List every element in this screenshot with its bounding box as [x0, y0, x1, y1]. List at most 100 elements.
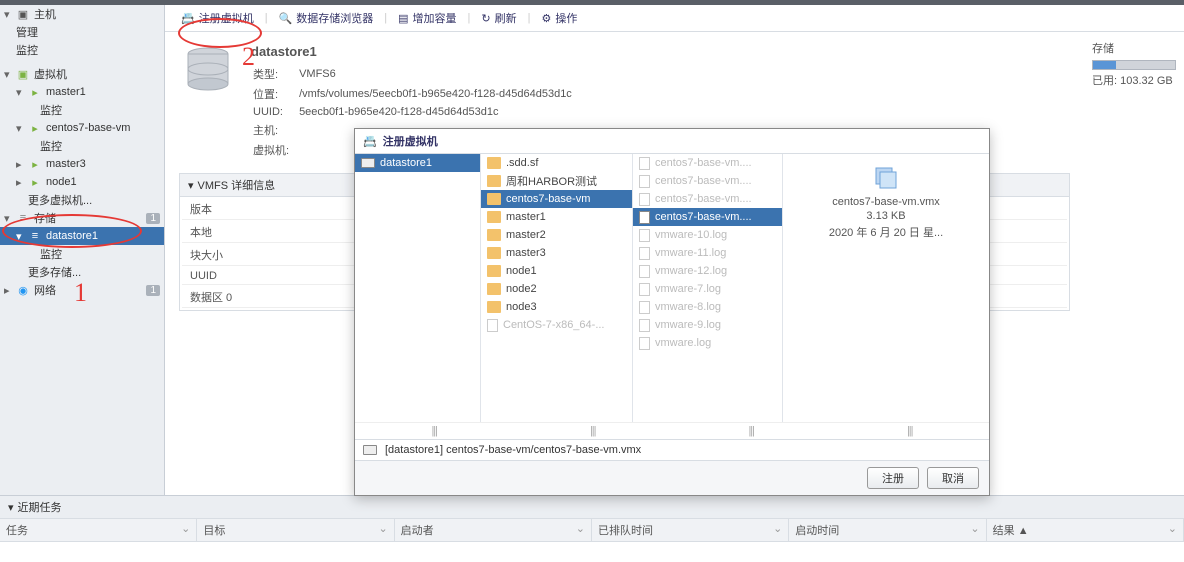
vm-group-label: 虚拟机	[34, 66, 67, 82]
file-icon	[639, 211, 650, 224]
task-col-target[interactable]: 目标⌄	[197, 519, 394, 541]
file-icon	[487, 319, 498, 332]
task-col-result[interactable]: 结果 ▲⌄	[987, 519, 1184, 541]
task-col-task[interactable]: 任务⌄	[0, 519, 197, 541]
dialog-title-bar: 📇 注册虚拟机	[355, 129, 989, 154]
sidebar-vm-group[interactable]: ▾▣虚拟机	[0, 65, 164, 83]
sidebar: ▾▣主机 管理 监控 ▾▣虚拟机 ▾▸master1 监控 ▾▸centos7-…	[0, 5, 165, 495]
file-icon	[639, 301, 650, 314]
ds-browser-button[interactable]: 🔍数据存储浏览器	[273, 8, 380, 28]
sidebar-vm-node1[interactable]: ▸▸node1	[0, 173, 164, 191]
register-vm-dialog: 📇注册虚拟机 datastore1 .sdd.sf周和HARBOR测试cento…	[354, 128, 990, 496]
watermark: https://blog.csdn.net/qq850482461	[992, 542, 1176, 556]
sidebar-datastore1[interactable]: ▾≡datastore1	[0, 227, 164, 245]
folder-icon	[487, 247, 501, 259]
dialog-folder-item[interactable]: centos7-base-vm	[481, 190, 632, 208]
dialog-folder-item[interactable]: 周和HARBOR测试	[481, 172, 632, 190]
task-col-initiator[interactable]: 启动者⌄	[395, 519, 592, 541]
storage-label: 存储	[34, 210, 56, 226]
register-vm-button[interactable]: 📇注册虚拟机	[175, 8, 260, 28]
actions-button[interactable]: ⚙操作	[535, 8, 583, 28]
dialog-folder-item[interactable]: master1	[481, 208, 632, 226]
folder-icon	[487, 211, 501, 223]
vm-icon: ▸	[28, 85, 42, 99]
sidebar-host[interactable]: ▾▣主机	[0, 5, 164, 23]
increase-icon: ▤	[398, 12, 408, 25]
sidebar-monitor[interactable]: 监控	[0, 41, 164, 59]
file-icon	[639, 247, 650, 260]
sidebar-vm-centos7[interactable]: ▾▸centos7-base-vm	[0, 119, 164, 137]
dialog-datastore-item[interactable]: datastore1	[355, 154, 480, 172]
monitor-label: 监控	[16, 42, 38, 58]
dialog-folder-item[interactable]: master3	[481, 244, 632, 262]
register-icon: 📇	[363, 135, 377, 148]
register-button[interactable]: 注册	[867, 467, 919, 489]
task-col-queued[interactable]: 已排队时间⌄	[592, 519, 789, 541]
datastore1-label: datastore1	[46, 230, 98, 242]
sidebar-more-vm[interactable]: 更多虚拟机...	[0, 191, 164, 209]
sidebar-storage[interactable]: ▾≡存储1	[0, 209, 164, 227]
dialog-folder-item[interactable]: .sdd.sf	[481, 154, 632, 172]
host-label: 主机	[34, 6, 56, 22]
dialog-folder-item[interactable]: CentOS-7-x86_64-...	[481, 316, 632, 334]
dialog-file-item[interactable]: vmware-12.log	[633, 262, 782, 280]
dialog-file-item[interactable]: centos7-base-vm....	[633, 172, 782, 190]
storage-used: 已用: 103.32 GB	[1092, 72, 1176, 88]
sidebar-vm-monitor1[interactable]: 监控	[0, 101, 164, 119]
dialog-preview: centos7-base-vm.vmx 3.13 KB 2020 年 6 月 2…	[783, 154, 989, 422]
dialog-file-item[interactable]: centos7-base-vm....	[633, 208, 782, 226]
tasks-title: 近期任务	[18, 502, 62, 514]
vm-group-icon: ▣	[16, 67, 30, 81]
file-icon	[639, 175, 650, 188]
sidebar-vm-monitor2[interactable]: 监控	[0, 137, 164, 155]
selected-path: [datastore1] centos7-base-vm/centos7-bas…	[385, 444, 641, 456]
dialog-folder-item[interactable]: node1	[481, 262, 632, 280]
sidebar-ds-monitor[interactable]: 监控	[0, 245, 164, 263]
datastore-cylinder-icon	[183, 44, 233, 94]
gear-icon: ⚙	[541, 12, 551, 25]
preview-date: 2020 年 6 月 20 日 星...	[829, 224, 943, 240]
vm-label: centos7-base-vm	[46, 122, 130, 134]
increase-button[interactable]: ▤增加容量	[392, 8, 462, 28]
storage-icon: ≡	[16, 211, 30, 225]
vm-label: master1	[46, 86, 86, 98]
dialog-file-item[interactable]: vmware-9.log	[633, 316, 782, 334]
register-icon: 📇	[181, 12, 195, 25]
sidebar-manage[interactable]: 管理	[0, 23, 164, 41]
dialog-title: 注册虚拟机	[383, 133, 438, 149]
dialog-file-item[interactable]: vmware-10.log	[633, 226, 782, 244]
dialog-file-item[interactable]: vmware.log	[633, 334, 782, 352]
dialog-folder-item[interactable]: node2	[481, 280, 632, 298]
network-badge: 1	[146, 285, 160, 296]
folder-icon	[487, 229, 501, 241]
folder-icon	[487, 175, 501, 187]
file-icon	[639, 229, 650, 242]
dialog-folder-item[interactable]: master2	[481, 226, 632, 244]
manage-label: 管理	[16, 24, 38, 40]
network-icon: ◉	[16, 283, 30, 297]
dialog-folder-item[interactable]: node3	[481, 298, 632, 316]
cancel-button[interactable]: 取消	[927, 467, 979, 489]
datastore-icon	[363, 445, 377, 455]
file-icon	[639, 283, 650, 296]
sidebar-network[interactable]: ▸◉网络1	[0, 281, 164, 299]
datastore-name: datastore1	[251, 44, 582, 59]
vm-label: node1	[46, 176, 77, 188]
dialog-path-bar: [datastore1] centos7-base-vm/centos7-bas…	[355, 439, 989, 460]
dialog-file-item[interactable]: vmware-7.log	[633, 280, 782, 298]
dialog-file-item[interactable]: centos7-base-vm....	[633, 154, 782, 172]
storage-badge: 1	[146, 213, 160, 224]
refresh-button[interactable]: ↻刷新	[475, 8, 522, 28]
browser-icon: 🔍	[279, 12, 293, 25]
sidebar-vm-master1[interactable]: ▾▸master1	[0, 83, 164, 101]
sidebar-vm-master3[interactable]: ▸▸master3	[0, 155, 164, 173]
dialog-file-item[interactable]: centos7-base-vm....	[633, 190, 782, 208]
toolbar: 📇注册虚拟机 | 🔍数据存储浏览器 | ▤增加容量 | ↻刷新 | ⚙操作	[165, 5, 1184, 32]
task-col-start[interactable]: 启动时间⌄	[789, 519, 986, 541]
file-icon	[639, 319, 650, 332]
dialog-file-item[interactable]: vmware-11.log	[633, 244, 782, 262]
preview-size: 3.13 KB	[866, 210, 905, 222]
dialog-file-item[interactable]: vmware-8.log	[633, 298, 782, 316]
vm-label: master3	[46, 158, 86, 170]
sidebar-more-storage[interactable]: 更多存储...	[0, 263, 164, 281]
